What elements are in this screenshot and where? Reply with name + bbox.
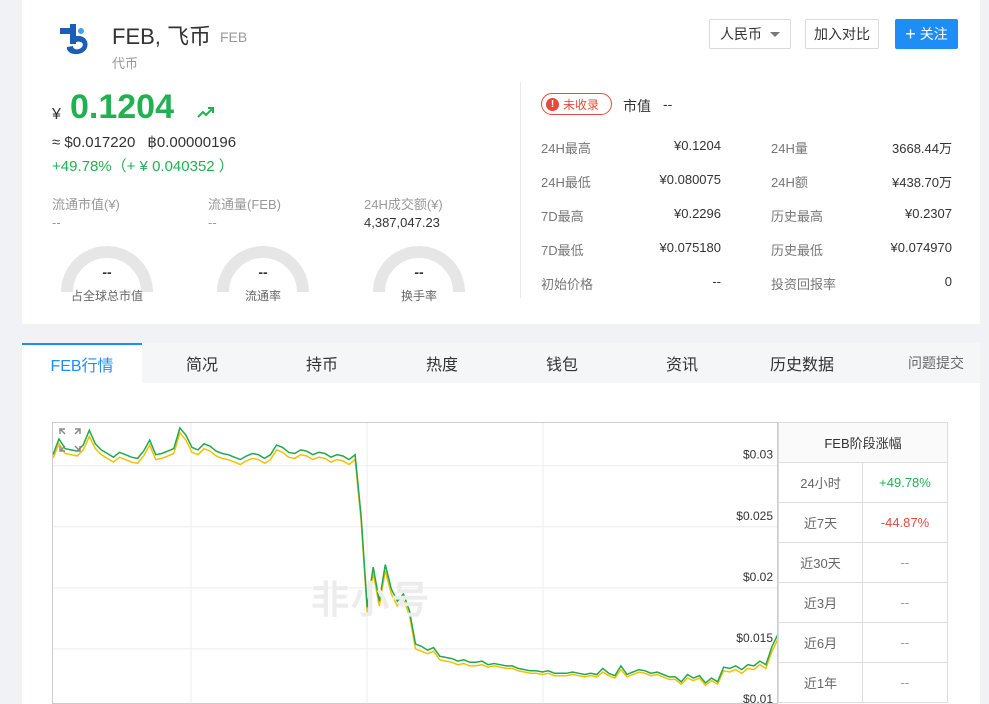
- y-tick-label: $0.015: [736, 631, 773, 645]
- feedback-link[interactable]: 问题提交: [892, 343, 980, 383]
- market-cap-label: 市值: [623, 98, 651, 114]
- period-value: +49.78%: [862, 462, 948, 503]
- price-btc: ฿0.00000196: [147, 134, 237, 151]
- tab-popularity[interactable]: 热度: [382, 343, 502, 383]
- price-series-line-yellow: [53, 431, 777, 687]
- global-share-label: 占全球总市值: [70, 289, 143, 303]
- period-value: --: [862, 622, 948, 663]
- price-currency-symbol: ¥: [52, 106, 61, 123]
- atl-value: ¥0.074970: [890, 240, 952, 255]
- coin-name: FEB, 飞币: [112, 24, 212, 49]
- period-row-7d: 近7天 -44.87%: [778, 502, 948, 543]
- global-share-value: --: [102, 264, 112, 280]
- period-row-3m: 近3月 --: [778, 582, 948, 623]
- watermark: 非小号: [311, 580, 432, 622]
- roi-value: 0: [944, 274, 952, 289]
- period-table-title: FEB阶段涨幅: [778, 422, 948, 463]
- period-value: -44.87%: [862, 502, 948, 543]
- circulation-rate-label: 流通率: [244, 289, 281, 303]
- unlisted-badge-label: 未收录: [563, 97, 600, 112]
- alert-icon: !: [546, 97, 559, 111]
- chevron-down-icon: [770, 31, 780, 37]
- amount-24h-value: ¥438.70万: [892, 175, 952, 190]
- low-24h-label: 24H最低: [541, 175, 591, 190]
- period-row-24h: 24小时 +49.78%: [778, 462, 948, 503]
- market-cap-value: --: [663, 96, 673, 112]
- period-row-30d: 近30天 --: [778, 542, 948, 583]
- follow-button[interactable]: + 关注: [895, 19, 958, 49]
- tab-holders[interactable]: 持币: [262, 343, 382, 383]
- high-7d-value: ¥0.2296: [674, 206, 721, 221]
- price-usd: ≈ $0.017220: [52, 134, 136, 151]
- coin-logo-icon: [60, 24, 88, 55]
- coin-symbol: FEB: [220, 29, 248, 45]
- period-row-1y: 近1年 --: [778, 662, 948, 703]
- period-row-6m: 近6月 --: [778, 622, 948, 663]
- tab-news[interactable]: 资讯: [622, 343, 742, 383]
- qty-24h-value: 3668.44万: [892, 141, 952, 156]
- high-24h-label: 24H最高: [541, 141, 591, 156]
- high-7d-label: 7D最高: [541, 209, 584, 224]
- divider: [520, 82, 521, 298]
- low-7d-label: 7D最低: [541, 243, 584, 258]
- ath-label: 历史最高: [771, 209, 824, 224]
- circulating-cap-label: 流通市值(¥): [52, 197, 120, 212]
- low-7d-value: ¥0.075180: [659, 240, 721, 255]
- tab-overview[interactable]: 简况: [142, 343, 262, 383]
- y-tick-label: $0.025: [736, 509, 773, 523]
- period-change-table: FEB阶段涨幅 24小时 +49.78% 近7天 -44.87% 近30天 -- 近3…: [778, 422, 948, 703]
- follow-button-label: 关注: [919, 26, 948, 42]
- atl-label: 历史最低: [771, 243, 824, 258]
- period-label: 近1年: [778, 662, 863, 703]
- tab-wallet[interactable]: 钱包: [502, 343, 622, 383]
- period-label: 24小时: [778, 462, 863, 503]
- price-conversion: ≈ $0.017220 ฿0.00000196: [52, 133, 248, 151]
- circulating-cap-value: --: [52, 215, 61, 230]
- price-chart[interactable]: $0.03 $0.025 $0.02 $0.015 $0.01 非小号: [52, 422, 778, 704]
- low-24h-value: ¥0.080075: [659, 172, 721, 187]
- tab-market[interactable]: FEB行情: [22, 343, 142, 383]
- period-value: --: [862, 662, 948, 703]
- period-label: 近7天: [778, 502, 863, 543]
- currency-select-label: 人民币: [720, 26, 762, 42]
- circulation-rate-value: --: [258, 264, 268, 280]
- coin-type: 代币: [112, 56, 139, 71]
- add-compare-button[interactable]: 加入对比: [805, 19, 879, 49]
- initial-price-label: 初始价格: [541, 277, 594, 292]
- qty-24h-label: 24H量: [771, 141, 808, 156]
- unlisted-badge: ! 未收录: [541, 93, 612, 115]
- period-value: --: [862, 542, 948, 583]
- initial-price-value: --: [712, 274, 721, 289]
- ath-value: ¥0.2307: [905, 206, 952, 221]
- current-price: 0.1204: [70, 88, 174, 126]
- y-tick-label: $0.03: [743, 448, 773, 462]
- period-label: 近3月: [778, 582, 863, 623]
- volume-24h-label: 24H成交额(¥): [364, 197, 443, 212]
- tab-history[interactable]: 历史数据: [742, 343, 862, 383]
- amount-24h-label: 24H额: [771, 175, 808, 190]
- plus-icon: +: [905, 24, 916, 44]
- trend-up-icon: [197, 107, 214, 118]
- coin-info-card: FEB, 飞币 FEB 代币 人民币 加入对比 + 关注 ¥ 0.1204 ≈ …: [22, 0, 980, 324]
- currency-select[interactable]: 人民币: [709, 19, 791, 49]
- price-change: +49.78%（+ ¥ 0.040352 ）: [52, 158, 234, 175]
- volume-24h-value: 4,387,047.23: [364, 215, 440, 230]
- turnover-rate-label: 换手率: [400, 289, 437, 303]
- y-tick-label: $0.01: [743, 692, 773, 704]
- period-value: --: [862, 582, 948, 623]
- turnover-rate-value: --: [414, 264, 424, 280]
- circulating-supply-label: 流通量(FEB): [208, 197, 281, 212]
- period-label: 近30天: [778, 542, 863, 583]
- detail-tabs: FEB行情 简况 持币 热度 钱包 资讯 历史数据 问题提交: [22, 343, 980, 383]
- price-chart-svg: $0.03 $0.025 $0.02 $0.015 $0.01: [53, 423, 777, 704]
- high-24h-value: ¥0.1204: [674, 138, 721, 153]
- period-label: 近6月: [778, 622, 863, 663]
- expand-icon[interactable]: [58, 427, 82, 453]
- y-tick-label: $0.02: [743, 570, 773, 584]
- circulating-supply-value: --: [208, 215, 217, 230]
- roi-label: 投资回报率: [771, 277, 837, 292]
